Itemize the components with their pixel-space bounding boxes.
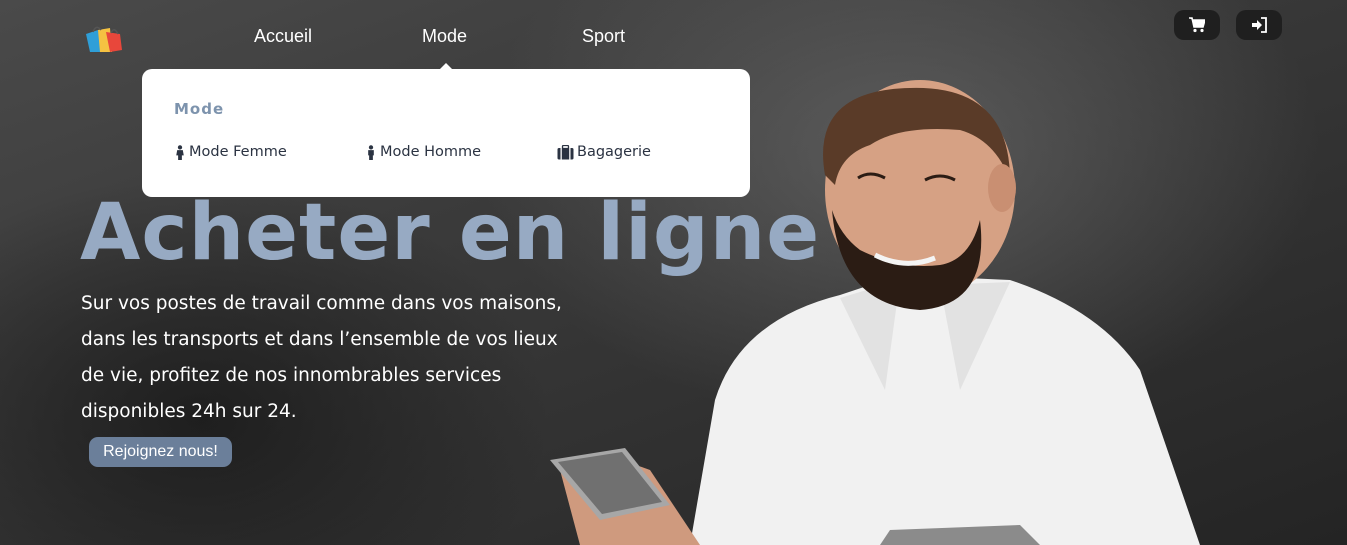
nav-link-mode[interactable]: Mode bbox=[422, 26, 467, 47]
shopping-bags-logo[interactable] bbox=[84, 22, 124, 54]
dropdown-title: Mode bbox=[174, 100, 225, 118]
cart-button[interactable] bbox=[1174, 10, 1220, 40]
login-button[interactable] bbox=[1236, 10, 1282, 40]
sign-in-icon bbox=[1252, 17, 1267, 33]
cart-icon bbox=[1189, 17, 1205, 33]
dropdown-item-label: Mode Femme bbox=[189, 144, 287, 160]
female-icon bbox=[176, 144, 184, 160]
suitcase-icon bbox=[557, 144, 574, 159]
hero-description: Sur vos postes de travail comme dans vos… bbox=[81, 293, 562, 422]
join-us-button[interactable]: Rejoignez nous! bbox=[89, 437, 232, 467]
male-icon bbox=[368, 144, 374, 160]
dropdown-item-mode-homme[interactable]: Mode Homme bbox=[365, 144, 481, 160]
mode-dropdown-menu: Mode Mode Femme Mode Homme Bagagerie bbox=[142, 69, 750, 197]
nav-link-accueil[interactable]: Accueil bbox=[254, 26, 312, 47]
dropdown-item-label: Mode Homme bbox=[380, 144, 482, 160]
dropdown-item-label: Bagagerie bbox=[577, 144, 651, 160]
nav-link-sport[interactable]: Sport bbox=[582, 26, 625, 47]
dropdown-item-bagagerie[interactable]: Bagagerie bbox=[557, 144, 651, 160]
hero-title: Acheter en ligne bbox=[80, 188, 821, 278]
dropdown-item-mode-femme[interactable]: Mode Femme bbox=[174, 144, 287, 160]
